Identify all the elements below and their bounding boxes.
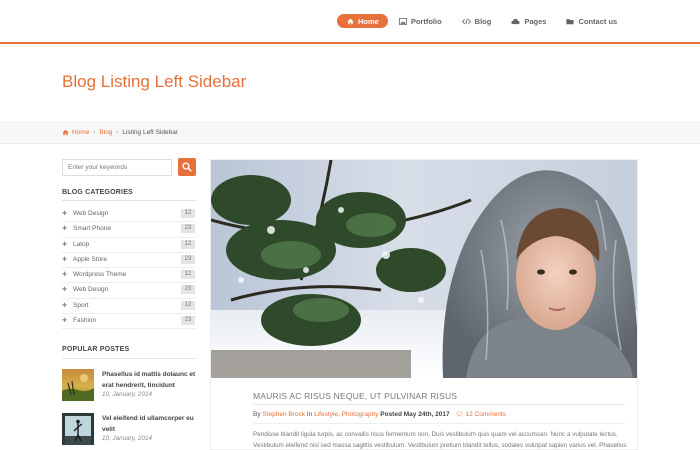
home-icon	[347, 18, 354, 24]
popular-posts-heading: POPULAR POSTES	[62, 346, 130, 353]
page-title: Blog Listing Left Sidebar	[62, 72, 247, 91]
post-meta: By Stephen Brock In Lifestyle, Photograp…	[253, 410, 506, 418]
category-count-badge: 23	[181, 224, 195, 234]
popular-post-title[interactable]: Phasellus id mattis dolaunc et erat hend…	[102, 369, 198, 391]
search-input[interactable]	[62, 159, 172, 176]
plus-icon: ✚	[62, 256, 68, 263]
chevron-right-icon: ›	[116, 129, 119, 136]
nav-portfolio[interactable]: Portfolio	[390, 14, 451, 28]
nav-pages-label: Pages	[524, 16, 547, 26]
folder-icon	[566, 18, 575, 24]
image-icon	[398, 17, 407, 25]
nav-portfolio-label: Portfolio	[410, 16, 442, 26]
plus-icon: ✚	[62, 272, 68, 279]
nav-contact[interactable]: Contact us	[557, 14, 626, 28]
divider	[62, 358, 196, 359]
category-label: Wordpress Theme	[73, 271, 127, 279]
category-count-badge: 23	[181, 285, 195, 295]
category-item[interactable]: ✚ Web Design 23	[62, 283, 196, 299]
divider	[62, 200, 196, 201]
category-count-badge: 23	[181, 316, 195, 326]
search-button[interactable]	[178, 158, 196, 176]
cloud-icon	[511, 18, 520, 24]
categories-heading: BLOG CATEGORIES	[62, 189, 133, 196]
plus-icon: ✚	[62, 211, 68, 217]
post-category-link[interactable]: Lifestyle	[314, 411, 338, 418]
category-label: Web Design	[73, 286, 109, 294]
search-icon	[182, 162, 192, 172]
breadcrumb-current: Listing Left Sidebar	[122, 129, 179, 136]
category-count-badge: 23	[181, 254, 195, 264]
popular-post-title[interactable]: Vel eleifend id ullamcorper eu velit	[102, 413, 198, 435]
chevron-right-icon: ›	[93, 129, 96, 136]
divider	[253, 423, 625, 424]
post-featured-image[interactable]	[211, 160, 637, 378]
category-label: Apple Store	[73, 255, 107, 263]
category-count-badge: 12	[181, 300, 195, 310]
plus-icon: ✚	[62, 302, 68, 309]
category-item[interactable]: ✚ Smart Phone 23	[62, 222, 196, 238]
category-count-badge: 12	[181, 209, 195, 218]
category-item[interactable]: ✚ Web Design 12	[62, 207, 196, 223]
post-excerpt: Pendisse blandit ligula turpis, ac conva…	[253, 431, 627, 449]
category-item[interactable]: ✚ Apple Store 23	[62, 253, 196, 269]
breadcrumb-blog[interactable]: Blog	[99, 129, 112, 136]
meta-in-label: In	[306, 411, 313, 418]
post-title[interactable]: MAURIS AC RISUS NEQUE, UT PULVINAR RISUS	[253, 391, 457, 401]
plus-icon: ✚	[62, 318, 68, 325]
category-count-badge: 12	[181, 270, 195, 280]
category-label: Web Design	[73, 210, 109, 217]
nav-pages[interactable]: Pages	[502, 14, 555, 28]
post-comments-count: 12 Comments	[465, 411, 506, 418]
breadcrumb-home[interactable]: Home	[72, 129, 89, 136]
popular-post-date: 10, January, 2014	[102, 391, 152, 398]
category-item[interactable]: ✚ Sport 12	[62, 299, 196, 315]
category-label: Smart Phone	[73, 225, 111, 233]
post-date: May 24th, 2017	[403, 411, 450, 418]
meta-by-label: By	[253, 411, 261, 418]
post-comments-link[interactable]: 💬︎ 12 Comments	[455, 411, 506, 418]
post-author-link[interactable]: Stephen Brock	[262, 411, 305, 418]
post-thumbnail[interactable]	[62, 413, 94, 445]
title-band: Blog Listing Left Sidebar	[0, 46, 700, 122]
category-count-badge: 12	[181, 239, 195, 249]
popular-post: Phasellus id mattis dolaunc et erat hend…	[62, 369, 196, 403]
breadcrumb-trail: Home › Blog › Listing Left Sidebar	[62, 129, 178, 136]
nav-contact-label: Contact us	[578, 16, 618, 26]
popular-post-date: 10, January, 2014	[102, 435, 152, 442]
plus-icon: ✚	[62, 226, 68, 233]
top-navbar: Home Portfolio Blog Pages Contact us	[0, 0, 700, 44]
code-icon	[461, 18, 471, 24]
nav-blog-label: Blog	[474, 16, 492, 26]
plus-icon: ✚	[62, 287, 68, 294]
category-item[interactable]: ✚ Wordpress Theme 12	[62, 268, 196, 284]
main-menu: Home Portfolio Blog Pages Contact us	[337, 14, 628, 28]
category-item[interactable]: ✚ Fashion 23	[62, 314, 196, 330]
breadcrumb: Home › Blog › Listing Left Sidebar	[0, 122, 700, 144]
divider	[253, 404, 625, 405]
category-label: Sport	[73, 301, 89, 309]
meta-category-separator: ,	[337, 411, 340, 418]
post-category-link[interactable]: Photography	[342, 411, 379, 418]
category-label: Latop	[73, 240, 90, 248]
popular-post: Vel eleifend id ullamcorper eu velit 10,…	[62, 413, 196, 447]
blog-post-card: MAURIS AC RISUS NEQUE, UT PULVINAR RISUS…	[210, 159, 638, 450]
home-icon	[62, 129, 69, 136]
category-item[interactable]: ✚ Latop 12	[62, 238, 196, 253]
nav-home[interactable]: Home	[337, 14, 388, 28]
meta-posted-label: Posted	[380, 411, 402, 418]
post-thumbnail[interactable]	[62, 369, 94, 401]
comment-icon: 💬︎	[455, 411, 464, 418]
nav-blog[interactable]: Blog	[453, 14, 501, 28]
category-label: Fashion	[73, 317, 97, 325]
category-list: ✚ Web Design 12 ✚ Smart Phone 23 ✚ Latop 12 ✚ A…	[62, 207, 196, 330]
nav-home-label: Home	[358, 16, 379, 26]
plus-icon: ✚	[62, 241, 68, 248]
